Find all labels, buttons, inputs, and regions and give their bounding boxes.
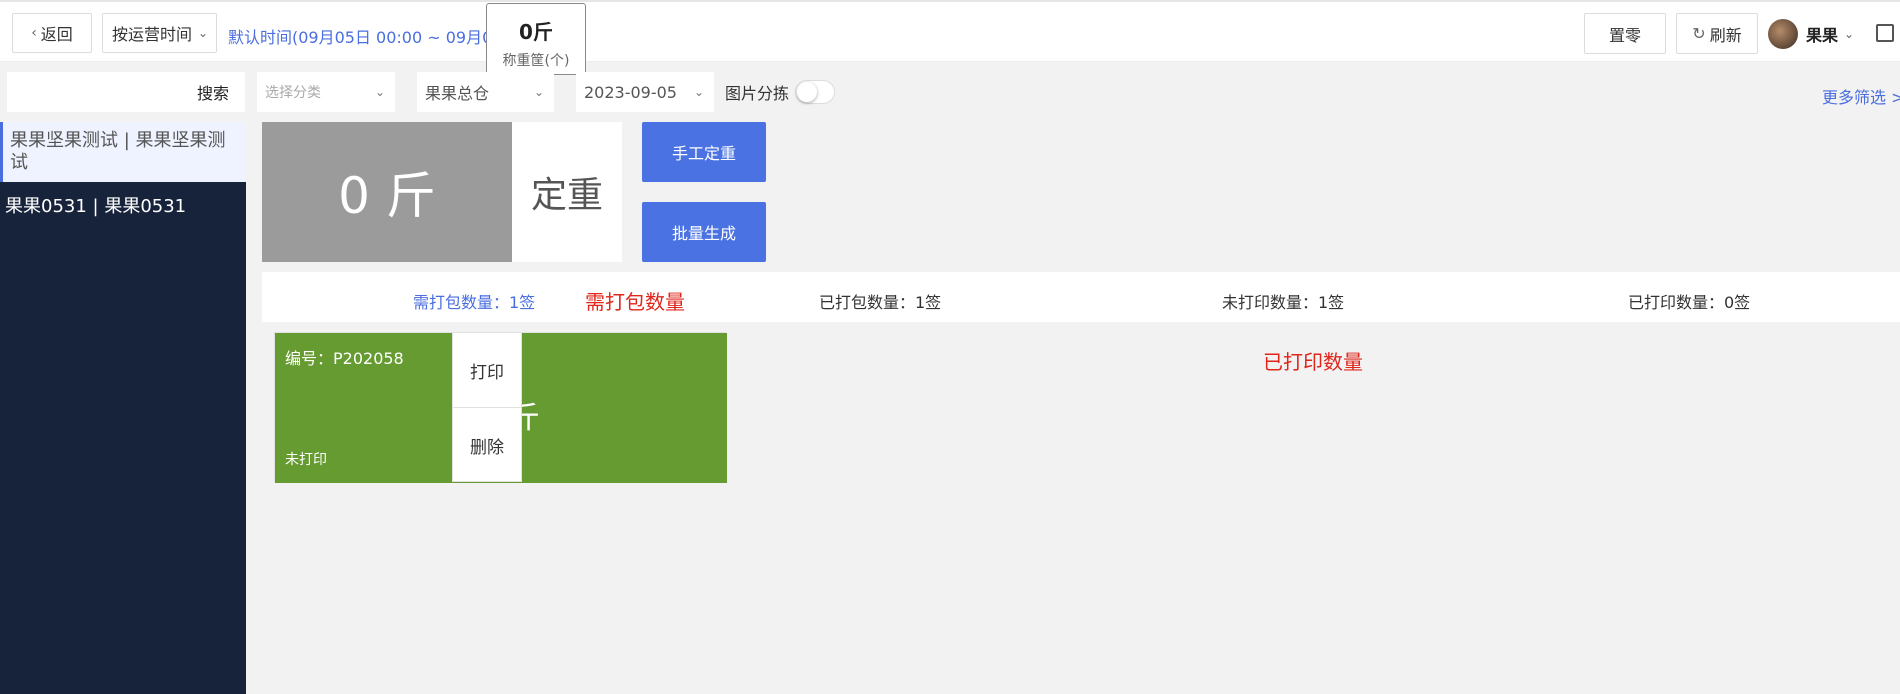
avatar (1768, 19, 1798, 49)
basket-weight-label: 称重筐(个) (502, 53, 570, 69)
top-bar: ‹ 返回 按运营时间 ⌄ 默认时间(09月05日 00:00 ~ 09月05 0… (0, 0, 1900, 75)
sidebar-item-label: 果果坚果测试 | 果果坚果测试 (10, 130, 226, 173)
refresh-label: 刷新 (1709, 25, 1742, 45)
time-mode-label: 按运营时间 (112, 25, 193, 44)
chevron-down-icon: ⌄ (533, 85, 544, 99)
print-label: 打印 (470, 362, 504, 383)
fullscreen-icon[interactable] (1876, 24, 1894, 42)
manual-weight-label: 手工定重 (671, 144, 736, 163)
time-mode-select[interactable]: 按运营时间 ⌄ (102, 13, 217, 53)
sidebar-item-label: 果果0531 | 果果0531 (5, 196, 187, 217)
printed-annotation: 已打印数量 (1263, 350, 1363, 374)
scale-weight-display: 0 斤 (262, 122, 512, 262)
chevron-left-icon: ‹ (31, 25, 37, 41)
refresh-button[interactable]: ↻ 刷新 (1676, 13, 1758, 54)
toggle-knob (797, 82, 818, 102)
label-card-actions: 打印 删除 (452, 332, 522, 482)
image-sort-label: 图片分拣 (725, 84, 790, 103)
basket-weight-value: 0斤 (519, 20, 553, 44)
tare-button[interactable]: 定重 (512, 122, 622, 262)
reset-zero-button[interactable]: 置零 (1584, 13, 1666, 54)
sidebar-item-0[interactable]: 果果坚果测试 | 果果坚果测试 (0, 122, 246, 182)
user-name: 果果 (1806, 26, 1839, 45)
delete-label: 删除 (470, 438, 504, 458)
warehouse-select[interactable]: 果果总仓 ⌄ (417, 72, 554, 112)
packed-count: 已打包数量：1签 (819, 293, 942, 312)
refresh-icon: ↻ (1692, 24, 1706, 43)
time-range-link[interactable]: 默认时间(09月05日 00:00 ~ 09月05 (228, 24, 502, 48)
image-sort-control: 图片分拣 (725, 72, 836, 112)
unprinted-count: 未打印数量：1签 (1222, 293, 1345, 312)
user-menu[interactable]: 果果 ⌄ (1768, 19, 1854, 49)
tare-label: 定重 (530, 175, 603, 216)
sidebar: 果果坚果测试 | 果果坚果测试 果果0531 | 果果0531 (0, 122, 246, 694)
label-card-id: 编号：P202058 (285, 349, 404, 368)
back-button[interactable]: ‹ 返回 (12, 13, 92, 53)
category-select[interactable]: 选择分类 ⌄ (257, 72, 395, 112)
more-filters-link[interactable]: 更多筛选 > (1822, 84, 1900, 108)
chevron-down-icon: ⌄ (1844, 27, 1855, 41)
image-sort-toggle[interactable] (795, 80, 836, 104)
search-input[interactable]: 搜索 (7, 72, 245, 112)
basket-weight-popover: 0斤 称重筐(个) (486, 3, 586, 75)
label-card-status: 未打印 (285, 452, 327, 468)
sidebar-item-1[interactable]: 果果0531 | 果果0531 (0, 188, 246, 226)
need-pack-count[interactable]: 需打包数量：1签 (413, 289, 535, 313)
search-label: 搜索 (196, 84, 229, 103)
stats-bar: 需打包数量：1签 已打包数量：1签 未打印数量：1签 已打印数量：0签 (262, 272, 1900, 322)
chevron-down-icon: ⌄ (693, 85, 704, 99)
filter-bar: 搜索 选择分类 ⌄ 果果总仓 ⌄ 2023-09-05 ⌄ 图片分拣 更多筛选 … (0, 72, 1900, 112)
printed-count: 已打印数量：0签 (1628, 293, 1751, 312)
warehouse-value: 果果总仓 (425, 84, 490, 103)
chevron-down-icon: ⌄ (374, 85, 385, 99)
batch-generate-label: 批量生成 (671, 224, 736, 243)
reset-zero-label: 置零 (1608, 25, 1641, 45)
batch-generate-button[interactable]: 批量生成 (642, 202, 766, 262)
delete-button[interactable]: 删除 (453, 408, 521, 483)
manual-weight-button[interactable]: 手工定重 (642, 122, 766, 182)
chevron-down-icon: ⌄ (198, 26, 209, 40)
scale-weight-value: 0 斤 (338, 167, 436, 225)
category-placeholder: 选择分类 (265, 85, 321, 101)
date-select[interactable]: 2023-09-05 ⌄ (576, 72, 714, 112)
print-button[interactable]: 打印 (453, 333, 521, 408)
need-pack-annotation: 需打包数量 (585, 290, 685, 314)
date-value: 2023-09-05 (584, 82, 677, 102)
back-button-label: 返回 (40, 25, 73, 44)
